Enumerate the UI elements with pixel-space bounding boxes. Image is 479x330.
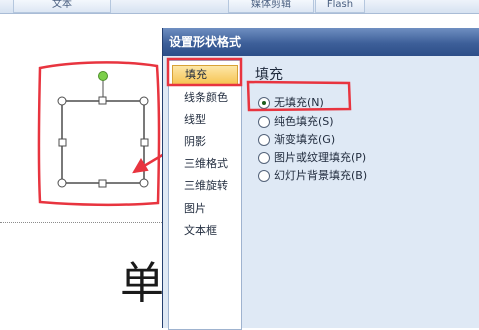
annotation-overlay-dialog	[166, 57, 352, 112]
annotation-box-fill-tab	[166, 57, 243, 87]
annotation-box-no-fill	[246, 80, 352, 112]
